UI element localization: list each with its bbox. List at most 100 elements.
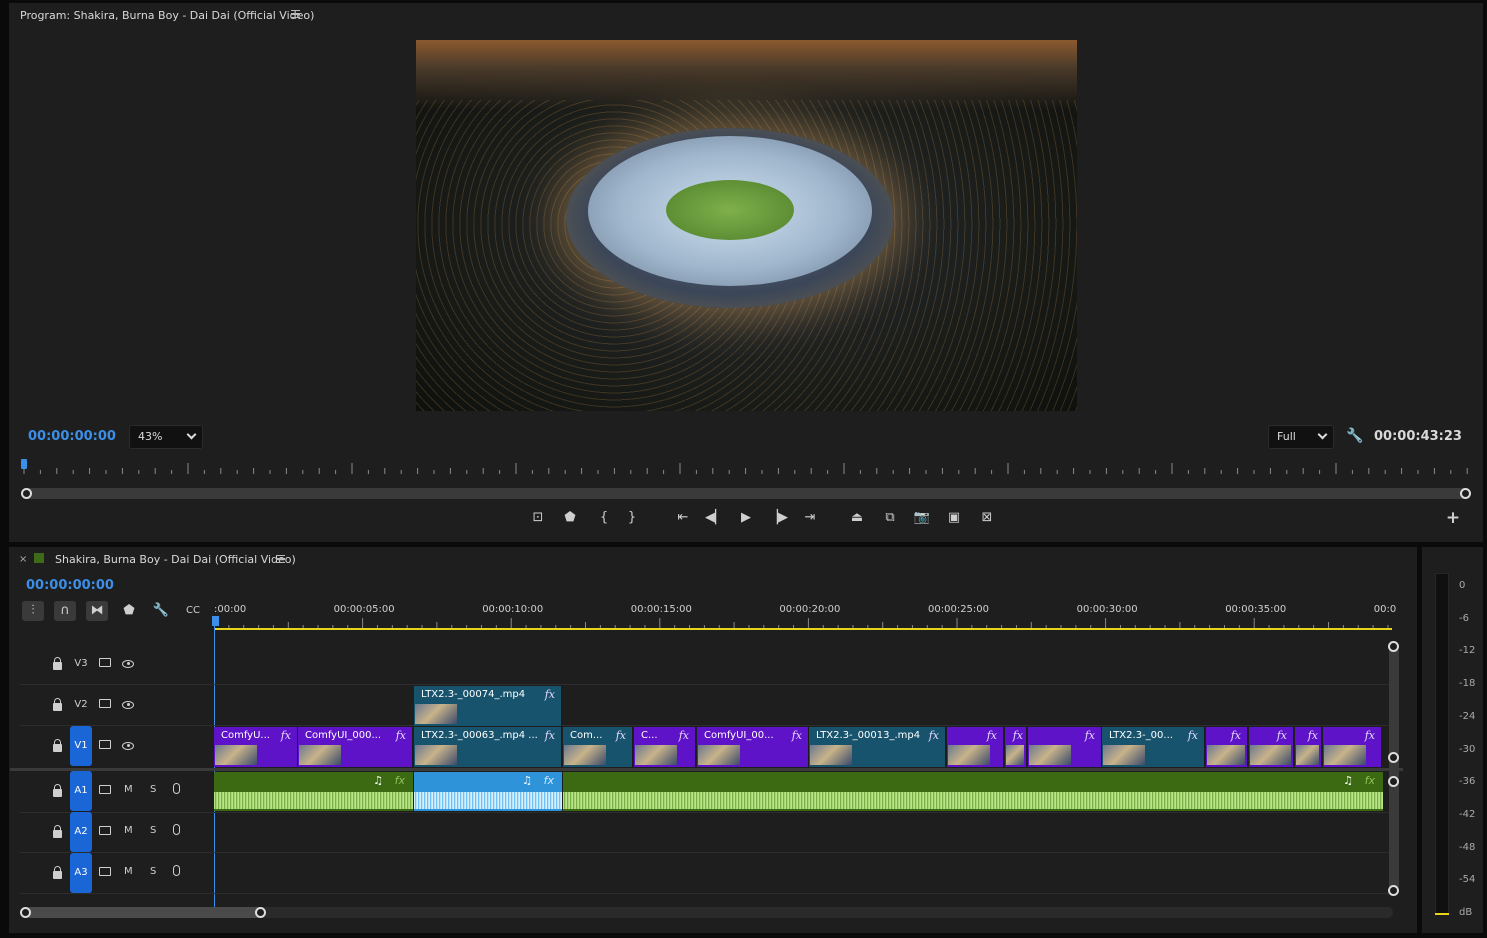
close-panel-icon[interactable]: ×: [19, 554, 27, 565]
fx-badge[interactable]: fx: [679, 729, 689, 742]
track-lock-icon[interactable]: [53, 866, 62, 879]
linked-selection-icon[interactable]: ⧓: [86, 601, 108, 621]
v1-clip[interactable]: fx: [1028, 727, 1102, 767]
v-scroll-handle[interactable]: [1388, 641, 1399, 652]
mute-track-button[interactable]: M: [124, 866, 133, 877]
v1-clip[interactable]: fx: [947, 727, 1004, 767]
v1-clip[interactable]: fx: [1249, 727, 1294, 767]
mark-out-icon[interactable]: }: [622, 508, 642, 528]
marker-icon[interactable]: ⬟: [560, 508, 580, 528]
timeline-vertical-scrollbar[interactable]: [1389, 647, 1399, 891]
fx-badge[interactable]: fx: [1231, 729, 1241, 742]
solo-track-button[interactable]: S: [150, 825, 156, 836]
fx-badge[interactable]: fx: [395, 774, 405, 787]
v-scroll-handle[interactable]: [1388, 776, 1399, 787]
v1-clip[interactable]: C... fx: [634, 727, 696, 767]
mark-in-icon[interactable]: {: [594, 508, 614, 528]
v1-clip[interactable]: fx: [1323, 727, 1382, 767]
fx-badge[interactable]: fx: [396, 729, 406, 742]
v1-clip[interactable]: Com... fx: [563, 727, 633, 767]
a1-audio-clip[interactable]: ♫ fx: [214, 772, 413, 811]
v-scroll-handle[interactable]: [1388, 885, 1399, 896]
track-label-v1[interactable]: V1: [70, 726, 92, 766]
program-zoom-scrollbar[interactable]: [24, 488, 1470, 499]
toggle-sync-lock-icon[interactable]: [99, 740, 111, 749]
settings-wrench-icon[interactable]: 🔧: [1346, 428, 1363, 444]
program-mini-ruler[interactable]: [20, 458, 1472, 476]
track-label-v3[interactable]: V3: [72, 658, 90, 669]
track-lock-icon[interactable]: [53, 657, 62, 670]
toggle-output-eye-icon[interactable]: [122, 660, 134, 668]
toggle-sync-lock-icon[interactable]: [99, 658, 111, 667]
voice-over-record-icon[interactable]: [173, 824, 180, 835]
program-video-frame[interactable]: [416, 40, 1077, 411]
v1-clip[interactable]: fx: [1206, 727, 1248, 767]
play-icon[interactable]: ▶: [736, 508, 756, 528]
track-lock-icon[interactable]: [53, 698, 62, 711]
program-monitor-title[interactable]: Program: Shakira, Burna Boy - Dai Dai (O…: [20, 9, 314, 22]
a1-audio-clip[interactable]: ♫ fx: [563, 772, 1383, 811]
v1-clip[interactable]: ComfyUI_000... fx: [298, 727, 413, 767]
toggle-output-eye-icon[interactable]: [122, 742, 134, 750]
scroll-handle-right[interactable]: [1460, 488, 1471, 499]
fx-badge[interactable]: fx: [987, 729, 997, 742]
a1-audio-clip-selected[interactable]: ♫ fx: [414, 772, 562, 811]
extract-icon[interactable]: ⧉: [880, 508, 900, 528]
fx-badge[interactable]: fx: [545, 688, 555, 701]
fx-badge[interactable]: fx: [1365, 729, 1375, 742]
solo-track-button[interactable]: S: [150, 784, 156, 795]
panel-menu-icon[interactable]: [276, 555, 285, 563]
timeline-timecode[interactable]: 00:00:00:00: [26, 578, 114, 593]
zoom-handle-left[interactable]: [20, 907, 31, 918]
voice-over-record-icon[interactable]: [173, 783, 180, 794]
captions-icon[interactable]: CC: [183, 601, 203, 621]
go-to-in-icon[interactable]: ⇤: [673, 508, 693, 528]
toggle-sync-lock-icon[interactable]: [99, 699, 111, 708]
insert-nest-icon[interactable]: ⫶: [22, 601, 44, 621]
fx-badge[interactable]: fx: [544, 774, 554, 787]
mute-track-button[interactable]: M: [124, 825, 133, 836]
lift-icon[interactable]: ⏏: [847, 508, 867, 528]
fx-badge[interactable]: fx: [1365, 774, 1375, 787]
timeline-zoom-scrollbar-thumb[interactable]: [25, 907, 263, 918]
track-label-a2[interactable]: A2: [70, 812, 92, 852]
v1-clip[interactable]: fx: [1005, 727, 1027, 767]
snap-magnet-icon[interactable]: ∩: [54, 601, 76, 621]
fx-badge[interactable]: fx: [545, 729, 555, 742]
add-marker-icon[interactable]: ⬟: [119, 601, 139, 621]
v-scroll-handle[interactable]: [1388, 752, 1399, 763]
fx-badge[interactable]: fx: [616, 729, 626, 742]
v1-clip[interactable]: ComfyUI_00... fx: [697, 727, 809, 767]
step-back-icon[interactable]: ◀▏: [705, 508, 725, 528]
toggle-output-eye-icon[interactable]: [122, 701, 134, 709]
fx-badge[interactable]: fx: [929, 729, 939, 742]
work-area-bar[interactable]: [214, 628, 1392, 630]
track-lock-icon[interactable]: [53, 784, 62, 797]
add-button-icon[interactable]: +: [1443, 508, 1463, 528]
track-label-a1[interactable]: A1: [70, 771, 92, 811]
v1-clip[interactable]: LTX2.3-_00... fx: [1102, 727, 1205, 767]
solo-track-button[interactable]: S: [150, 866, 156, 877]
zoom-level-dropdown[interactable]: 43%: [129, 425, 203, 449]
comparison-view-icon[interactable]: ⊠: [977, 508, 997, 528]
settings-wrench-icon[interactable]: 🔧: [151, 601, 171, 621]
toggle-sync-lock-icon[interactable]: [99, 826, 111, 835]
fx-badge[interactable]: fx: [792, 729, 802, 742]
timeline-sequence-title[interactable]: Shakira, Burna Boy - Dai Dai (Official V…: [55, 553, 296, 566]
track-lock-icon[interactable]: [53, 825, 62, 838]
fx-badge[interactable]: fx: [1085, 729, 1095, 742]
step-forward-icon[interactable]: ▕▶: [768, 508, 788, 528]
v2-clip[interactable]: LTX2.3-_00074_.mp4 fx: [414, 686, 562, 726]
fx-badge[interactable]: fx: [281, 729, 291, 742]
timeline-playhead-handle[interactable]: [212, 616, 219, 626]
scroll-handle-left[interactable]: [21, 488, 32, 499]
toggle-sync-lock-icon[interactable]: [99, 785, 111, 794]
v1-clip[interactable]: LTX2.3-_00063_.mp4 ... fx: [414, 727, 562, 767]
fx-badge[interactable]: fx: [1308, 729, 1318, 742]
fx-badge[interactable]: fx: [1188, 729, 1198, 742]
track-lock-icon[interactable]: [53, 739, 62, 752]
zoom-handle-right[interactable]: [255, 907, 266, 918]
add-marker-icon[interactable]: ⊡: [528, 508, 548, 528]
toggle-sync-lock-icon[interactable]: [99, 867, 111, 876]
track-label-v2[interactable]: V2: [72, 699, 90, 710]
